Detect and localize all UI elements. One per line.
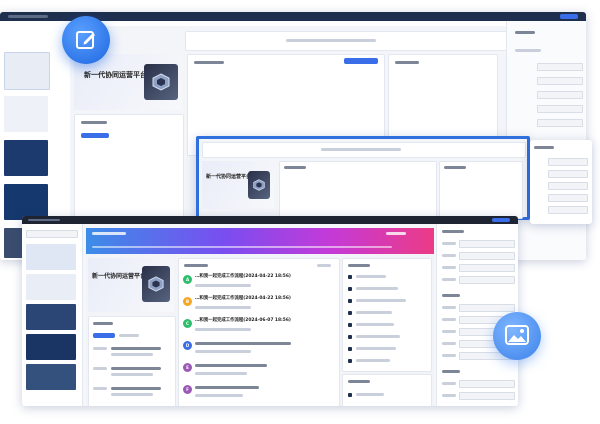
task-title bbox=[195, 364, 267, 367]
header-logo bbox=[92, 232, 126, 235]
front-toolbar-save[interactable] bbox=[492, 218, 510, 222]
task-item[interactable]: F bbox=[183, 383, 335, 403]
banner-mid: 新一代协同运营平台 bbox=[202, 161, 274, 209]
toolbar-menu[interactable] bbox=[8, 15, 48, 18]
task-item[interactable]: C …和我一起完成工作流程(2024-06-07 18:56) bbox=[183, 317, 335, 337]
edit-icon bbox=[74, 28, 98, 56]
cube-logo-front bbox=[142, 266, 170, 302]
left-list-front bbox=[88, 316, 176, 406]
task-title: …和我一起完成工作流程(2024-04-22 18:56) bbox=[195, 296, 291, 301]
task-title: …和我一起完成工作流程(2024-04-22 18:56) bbox=[195, 274, 291, 279]
task-avatar: E bbox=[183, 363, 192, 372]
search-bar[interactable] bbox=[185, 31, 507, 51]
task-avatar: B bbox=[183, 297, 192, 306]
link-item[interactable] bbox=[356, 359, 390, 362]
prop-field[interactable] bbox=[459, 392, 515, 400]
prop-field[interactable] bbox=[459, 252, 515, 260]
task-title bbox=[195, 342, 291, 345]
tasks-more[interactable] bbox=[317, 264, 331, 267]
banner-title-mid: 新一代协同运营平台 bbox=[206, 174, 252, 180]
task-avatar: A bbox=[183, 275, 192, 284]
front-toolbar-menu[interactable] bbox=[28, 219, 60, 221]
tasks-panel-title bbox=[184, 264, 208, 267]
front-canvas: 新一代协同运营平台 A …和我一起完成工作流程(2024-04-22 18:56… bbox=[86, 228, 434, 406]
mid-search-bar[interactable] bbox=[202, 142, 526, 158]
link-item[interactable] bbox=[356, 311, 392, 314]
link-item[interactable] bbox=[356, 299, 406, 302]
component-thumb[interactable] bbox=[26, 364, 76, 390]
more-button[interactable] bbox=[344, 58, 378, 64]
mid-canvas: 新一代协同运营平台 bbox=[199, 139, 527, 219]
link-item[interactable] bbox=[356, 287, 398, 290]
banner-front: 新一代协同运营平台 bbox=[88, 258, 174, 312]
page-thumbnail[interactable] bbox=[4, 96, 48, 132]
component-thumb[interactable] bbox=[26, 304, 76, 330]
link-item[interactable] bbox=[356, 347, 396, 350]
task-item[interactable]: D bbox=[183, 339, 335, 359]
task-title: …和我一起完成工作流程(2024-06-07 18:56) bbox=[195, 318, 291, 323]
component-search-input[interactable] bbox=[26, 230, 78, 238]
list-tab-active[interactable] bbox=[93, 333, 115, 338]
link-item[interactable] bbox=[356, 335, 400, 338]
prop-field[interactable] bbox=[459, 240, 515, 248]
banner-title-front: 新一代协同运营平台 bbox=[92, 273, 147, 280]
image-icon bbox=[505, 325, 529, 351]
properties-popup bbox=[530, 140, 592, 224]
links-panel-mid bbox=[439, 161, 523, 219]
task-item[interactable]: B …和我一起完成工作流程(2024-04-22 18:56) bbox=[183, 295, 335, 315]
task-avatar: D bbox=[183, 341, 192, 350]
page-thumbnail[interactable] bbox=[4, 184, 48, 220]
link-item[interactable] bbox=[356, 275, 386, 278]
image-badge bbox=[493, 312, 541, 360]
links-panel-front bbox=[342, 258, 432, 372]
links-panel-front-2 bbox=[342, 374, 432, 406]
cube-logo bbox=[144, 64, 178, 100]
banner-title: 新一代协同运营平台 bbox=[84, 71, 147, 79]
task-avatar: F bbox=[183, 385, 192, 394]
component-thumb[interactable] bbox=[26, 274, 76, 300]
page-thumbnail[interactable] bbox=[4, 140, 48, 176]
header-user[interactable] bbox=[386, 232, 406, 235]
tasks-panel-mid bbox=[279, 161, 437, 219]
prop-field[interactable] bbox=[459, 380, 515, 388]
component-list bbox=[22, 224, 83, 406]
prop-field[interactable] bbox=[459, 264, 515, 272]
component-thumb[interactable] bbox=[26, 244, 76, 270]
task-title bbox=[195, 386, 259, 389]
front-toolbar bbox=[22, 216, 518, 224]
tasks-panel-front: A …和我一起完成工作流程(2024-04-22 18:56) B …和我一起完… bbox=[178, 258, 340, 406]
page-thumbnail[interactable] bbox=[4, 52, 50, 90]
editor-window-front: 新一代协同运营平台 A …和我一起完成工作流程(2024-04-22 18:56… bbox=[22, 216, 518, 406]
prop-field[interactable] bbox=[459, 304, 515, 312]
edit-badge bbox=[62, 16, 110, 64]
preview-window-mid: 新一代协同运营平台 bbox=[196, 136, 530, 220]
prop-field[interactable] bbox=[459, 276, 515, 284]
link-item[interactable] bbox=[356, 323, 394, 326]
toolbar-save-button[interactable] bbox=[560, 14, 578, 19]
component-thumb[interactable] bbox=[26, 334, 76, 360]
task-avatar: C bbox=[183, 319, 192, 328]
cube-logo-mid bbox=[248, 171, 270, 199]
header-nav[interactable] bbox=[92, 246, 392, 248]
colorful-header bbox=[86, 228, 434, 254]
task-item[interactable]: A …和我一起完成工作流程(2024-04-22 18:56) bbox=[183, 273, 335, 293]
task-item[interactable]: E bbox=[183, 361, 335, 381]
